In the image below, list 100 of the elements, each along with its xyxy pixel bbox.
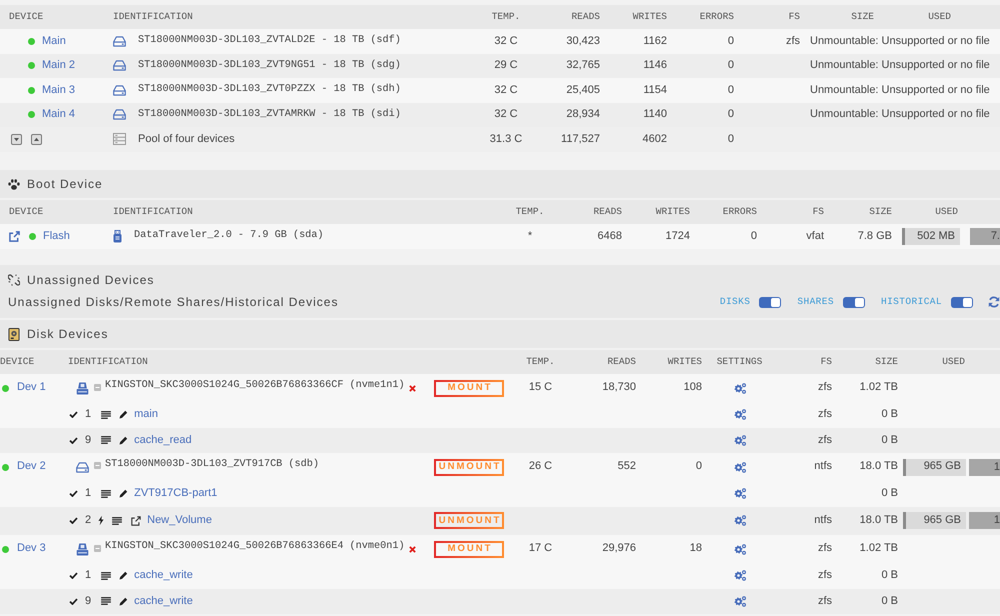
used-value: 965 GB [924, 514, 962, 528]
disk-identification: KINGSTON_SKC3000S1024G_50026B76863366E4 (nvme0n1) [105, 541, 405, 554]
temperature-value: 32 C [494, 34, 518, 47]
disk-identification: ST18000NM003D-3DL103_ZVT9NG51 - 18 TB (sdg) [138, 60, 401, 72]
device-link[interactable]: Main 3 [42, 84, 76, 97]
column-header: SIZE [875, 356, 898, 368]
status-note: Unmountable: Unsupported or no file [810, 59, 990, 72]
settings-icon[interactable] [734, 462, 746, 472]
lines-icon[interactable] [101, 436, 112, 444]
free-space-value: 7. [970, 228, 1000, 245]
external-link-icon[interactable] [9, 231, 20, 242]
disk-identification: ST18000NM003D-3DL103_ZVTALD2E - 18 TB (sdf) [138, 35, 401, 48]
column-header: READS [593, 206, 622, 218]
pencil-icon[interactable] [119, 571, 128, 580]
hard-drive-icon [113, 109, 126, 120]
column-header: READS [607, 356, 636, 368]
reads-value: 18,730 [602, 381, 636, 394]
partition-link[interactable]: cache_write [134, 594, 193, 608]
settings-icon[interactable] [734, 596, 746, 607]
reads-value: 32,765 [566, 59, 600, 72]
lines-icon[interactable] [101, 597, 112, 606]
reads-value: 117,527 [561, 132, 600, 145]
settings-icon[interactable] [734, 488, 746, 500]
settings-icon[interactable] [734, 570, 746, 582]
settings-icon[interactable] [734, 382, 746, 394]
partition-link[interactable]: cache_read [134, 434, 192, 447]
column-header: FS [788, 11, 800, 22]
column-header: USED [928, 11, 951, 22]
lines-icon[interactable] [101, 410, 112, 419]
hard-drive-icon [76, 382, 89, 394]
hard-drive-icon [113, 36, 126, 47]
size-value: 18.0 TB [860, 514, 898, 526]
settings-icon[interactable] [734, 434, 746, 446]
column-header: WRITES [668, 356, 702, 368]
hard-drive-icon [76, 542, 89, 556]
lines-icon[interactable] [112, 516, 122, 525]
temperature-value: 29 C [494, 59, 518, 72]
device-link[interactable]: Main 4 [42, 108, 76, 122]
size-value: 0 B [881, 569, 898, 582]
temperature-value: 31.3 C [490, 132, 522, 145]
temperature-value: 26 C [528, 460, 552, 472]
size-value: 0 B [881, 487, 898, 500]
column-header: ERRORS [722, 206, 757, 218]
partition-link[interactable]: ZVT917CB-part1 [134, 487, 218, 500]
settings-icon[interactable] [734, 409, 746, 420]
toggle-label: DISKS [720, 296, 750, 308]
toggle-switch[interactable] [951, 296, 973, 308]
pencil-icon[interactable] [119, 436, 128, 445]
filesystem-value: zfs [818, 381, 832, 394]
refresh-icon[interactable] [988, 296, 1000, 308]
pencil-icon[interactable] [119, 489, 128, 498]
device-link[interactable]: Main [42, 34, 66, 48]
disk-identification: DataTraveler_2.0 - 7.9 GB (sda) [134, 230, 324, 243]
free-space-value: 1 [969, 512, 1000, 530]
column-header: WRITES [632, 11, 667, 22]
device-link[interactable]: Dev 1 [17, 381, 46, 395]
lines-icon[interactable] [101, 490, 112, 498]
toggle-switch[interactable] [759, 296, 782, 308]
device-link[interactable]: Dev 2 [17, 460, 46, 474]
disk-identification: ST18000NM003D-3DL103_ZVTAMRKW - 18 TB (sdi) [138, 108, 401, 121]
size-value: 7.8 GB [858, 230, 892, 242]
settings-icon[interactable] [734, 544, 746, 554]
filesystem-value: zfs [818, 594, 832, 607]
column-header: SETTINGS [716, 356, 762, 368]
filesystem-value: vfat [806, 230, 824, 242]
partition-link[interactable]: cache_write [134, 569, 193, 582]
size-value: 0 B [881, 408, 898, 420]
size-value: 0 B [881, 434, 898, 446]
usb-drive-icon [113, 230, 122, 243]
pencil-icon[interactable] [119, 410, 128, 420]
filesystem-value: zfs [818, 542, 832, 554]
external-link-icon[interactable] [131, 516, 142, 526]
disk-identification: ST18000NM003D-3DL103_ZVT0PZZX - 18 TB (sdh) [138, 84, 401, 96]
temperature-value: 17 C [528, 542, 552, 554]
partition-link[interactable]: main [134, 408, 158, 422]
disk-identification: ST18000NM003D-3DL103_ZVT917CB (sdb) [105, 459, 319, 472]
errors-value: 0 [728, 59, 734, 72]
column-header: DEVICE [9, 11, 44, 22]
toggle-switch[interactable] [842, 296, 865, 308]
temperature-value: 15 C [528, 381, 552, 394]
status-note: Unmountable: Unsupported or no file [810, 34, 990, 47]
filesystem-value: zfs [818, 408, 832, 420]
lines-icon[interactable] [101, 572, 112, 580]
reads-value: 28,934 [566, 108, 600, 120]
column-header: READS [571, 11, 600, 22]
column-header: FS [820, 356, 832, 368]
writes-value: 108 [684, 381, 702, 394]
column-header: TEMP. [516, 206, 544, 218]
broken-chain-icon [8, 274, 20, 286]
column-header: SIZE [851, 11, 874, 22]
pencil-icon[interactable] [119, 596, 128, 606]
settings-icon[interactable] [734, 515, 746, 526]
device-link[interactable]: Main 2 [42, 59, 76, 72]
device-link[interactable]: Flash [43, 230, 70, 244]
column-header: IDENTIFICATION [113, 206, 193, 218]
errors-value: 0 [728, 84, 734, 96]
device-link[interactable]: Dev 3 [17, 542, 46, 556]
partition-link[interactable]: New_Volume [147, 514, 212, 528]
size-value: 1.02 TB [860, 381, 898, 394]
filesystem-value: ntfs [814, 460, 832, 472]
